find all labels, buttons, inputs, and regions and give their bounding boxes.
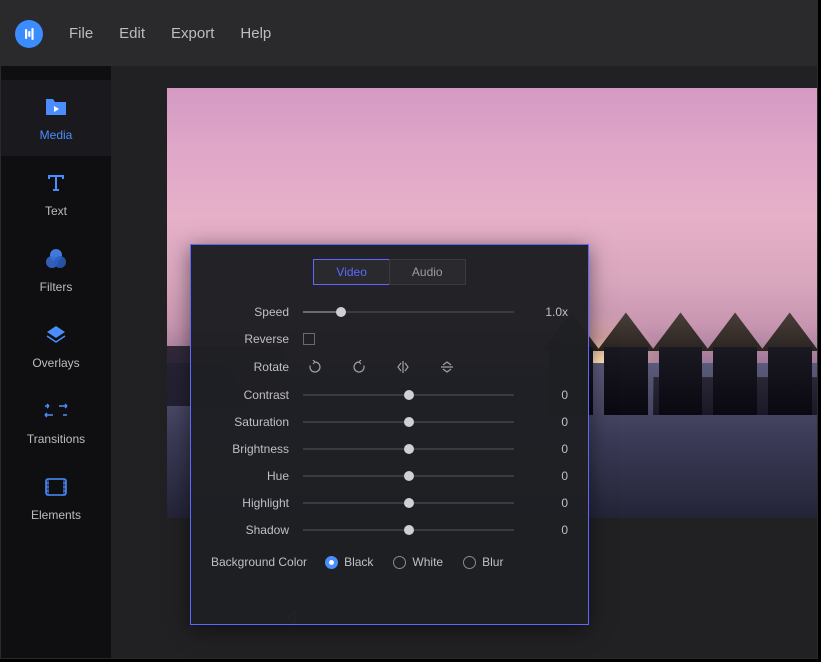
sidebar-item-label: Media (40, 128, 73, 142)
background-color-radios: Black White Blur (325, 555, 503, 569)
brightness-row: Brightness 0 (211, 442, 568, 456)
speed-value: 1.0x (528, 305, 568, 319)
rotate-buttons (303, 359, 568, 375)
menu-export[interactable]: Export (171, 25, 214, 42)
radio-label: Black (344, 555, 373, 569)
sidebar-item-label: Text (45, 204, 67, 218)
speed-label: Speed (211, 305, 289, 319)
slider-label: Saturation (211, 415, 289, 429)
sidebar-item-label: Filters (40, 280, 73, 294)
bgcolor-radio-black[interactable]: Black (325, 555, 373, 569)
sidebar-item-elements[interactable]: Elements (1, 460, 111, 536)
flip-horizontal-icon (396, 360, 410, 374)
slider-value: 0 (528, 388, 568, 402)
radio-label: Blur (482, 555, 503, 569)
flip-vertical-button[interactable] (439, 359, 455, 375)
sidebar-item-overlays[interactable]: Overlays (1, 308, 111, 384)
flip-horizontal-button[interactable] (395, 359, 411, 375)
diamond-icon (44, 322, 68, 348)
speed-slider[interactable] (303, 305, 514, 319)
bgcolor-radio-blur[interactable]: Blur (463, 555, 503, 569)
shadow-row: Shadow 0 (211, 523, 568, 537)
app-window: File Edit Export Help Media Text (0, 0, 818, 659)
radio-circle-icon (325, 556, 338, 569)
sidebar-item-filters[interactable]: Filters (1, 232, 111, 308)
menu-file[interactable]: File (69, 25, 93, 42)
radio-circle-icon (463, 556, 476, 569)
tab-video[interactable]: Video (313, 259, 388, 285)
flip-vertical-icon (440, 360, 454, 374)
inspector-tabs: Video Audio (211, 259, 568, 285)
bgcolor-radio-white[interactable]: White (393, 555, 443, 569)
slider-value: 0 (528, 469, 568, 483)
highlight-slider[interactable] (303, 496, 514, 510)
sidebar-item-media[interactable]: Media (1, 80, 111, 156)
slider-value: 0 (528, 496, 568, 510)
text-icon (45, 170, 67, 196)
sidebar-item-label: Transitions (27, 432, 85, 446)
rotate-cw-button[interactable] (351, 359, 367, 375)
slider-label: Hue (211, 469, 289, 483)
reverse-checkbox[interactable] (303, 333, 315, 345)
slider-label: Contrast (211, 388, 289, 402)
menubar: File Edit Export Help (1, 1, 817, 66)
background-color-label: Background Color (211, 555, 307, 569)
background-color-row: Background Color Black White Blur (211, 555, 568, 569)
inspector-panel: Video Audio Speed 1.0x Reverse Rotate (190, 244, 589, 625)
menu-help[interactable]: Help (240, 25, 271, 42)
folder-play-icon (44, 94, 68, 120)
slider-label: Highlight (211, 496, 289, 510)
brightness-slider[interactable] (303, 442, 514, 456)
reverse-row: Reverse (211, 332, 568, 346)
rotate-ccw-button[interactable] (307, 359, 323, 375)
speed-row: Speed 1.0x (211, 305, 568, 319)
slider-value: 0 (528, 523, 568, 537)
sidebar-item-label: Overlays (32, 356, 79, 370)
highlight-row: Highlight 0 (211, 496, 568, 510)
sidebar-item-transitions[interactable]: Transitions (1, 384, 111, 460)
saturation-slider[interactable] (303, 415, 514, 429)
rotate-label: Rotate (211, 360, 289, 374)
contrast-row: Contrast 0 (211, 388, 568, 402)
shadow-slider[interactable] (303, 523, 514, 537)
app-logo[interactable] (15, 20, 43, 48)
slider-value: 0 (528, 415, 568, 429)
radio-label: White (412, 555, 443, 569)
sidebar-item-text[interactable]: Text (1, 156, 111, 232)
menu-edit[interactable]: Edit (119, 25, 145, 42)
rotate-cw-icon (352, 360, 366, 374)
saturation-row: Saturation 0 (211, 415, 568, 429)
film-icon (45, 474, 67, 500)
circles-icon (44, 246, 68, 272)
rotate-ccw-icon (308, 360, 322, 374)
rotate-row: Rotate (211, 359, 568, 375)
hue-slider[interactable] (303, 469, 514, 483)
slider-label: Brightness (211, 442, 289, 456)
tab-audio[interactable]: Audio (389, 259, 466, 285)
sidebar: Media Text Filters Overlays (1, 66, 111, 658)
slider-label: Shadow (211, 523, 289, 537)
app-logo-icon (22, 27, 36, 41)
contrast-slider[interactable] (303, 388, 514, 402)
arrows-icon (43, 398, 69, 424)
reverse-label: Reverse (211, 332, 289, 346)
sidebar-item-label: Elements (31, 508, 81, 522)
radio-circle-icon (393, 556, 406, 569)
hue-row: Hue 0 (211, 469, 568, 483)
slider-value: 0 (528, 442, 568, 456)
